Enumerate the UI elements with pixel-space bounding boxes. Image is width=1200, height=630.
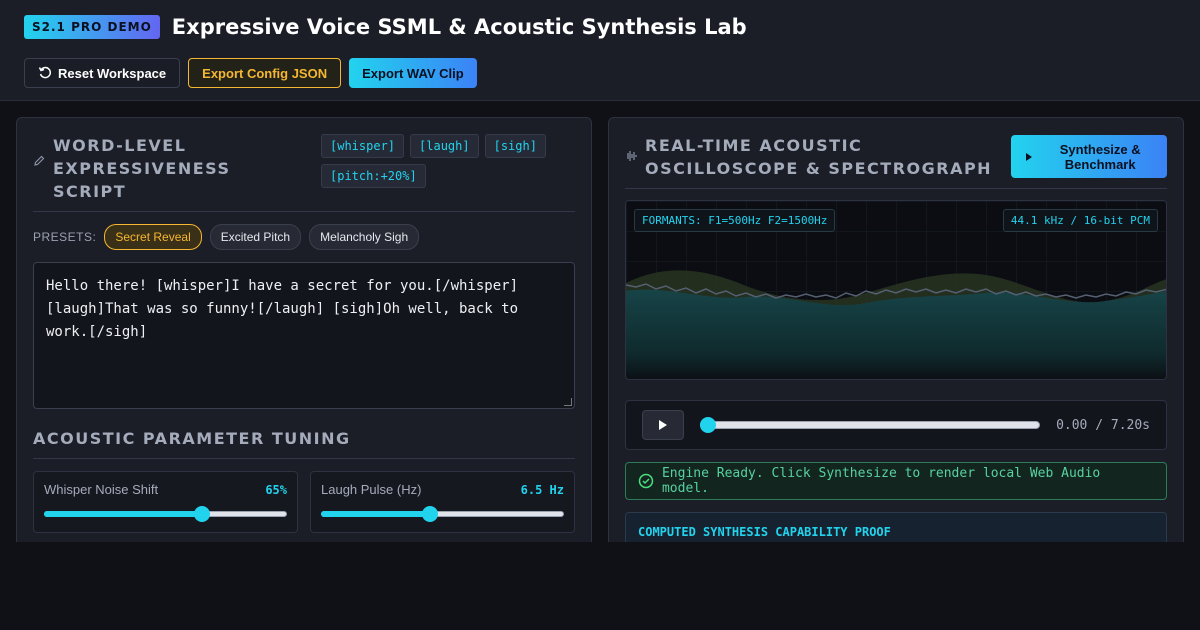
script-panel: WORD-LEVEL EXPRESSIVENESS SCRIPT [whispe…	[16, 117, 592, 557]
playback-thumb[interactable]	[700, 417, 716, 433]
presets-label: PRESETS:	[33, 230, 97, 244]
page-footer-space	[0, 542, 1200, 630]
playback-time: 0.00 / 7.20s	[1056, 417, 1150, 433]
presets-row: PRESETS: Secret Reveal Excited Pitch Mel…	[17, 212, 591, 250]
page-title: Expressive Voice SSML & Acoustic Synthes…	[171, 15, 747, 39]
app-header: S2.1 PRO DEMO Expressive Voice SSML & Ac…	[0, 0, 1200, 101]
play-button[interactable]	[642, 410, 684, 440]
export-wav-button[interactable]: Export WAV Clip	[349, 58, 477, 88]
engine-status: Engine Ready. Click Synthesize to render…	[625, 462, 1167, 500]
rotate-ccw-icon	[38, 66, 52, 79]
waveform-icon	[627, 151, 637, 161]
synthesize-label: Synthesize & Benchmark	[1059, 141, 1141, 172]
param-card-laugh-pulse: Laugh Pulse (Hz) 6.5 Hz	[310, 471, 575, 533]
synthesize-button[interactable]: Synthesize & Benchmark	[1011, 135, 1167, 178]
tag-sigh[interactable]: [sigh]	[484, 134, 546, 158]
slider-fill	[44, 511, 202, 517]
slider-thumb[interactable]	[422, 506, 439, 522]
status-text: Engine Ready. Click Synthesize to render…	[661, 466, 1101, 496]
param-value: 6.5 Hz	[520, 482, 564, 497]
export-config-json-button[interactable]: Export Config JSON	[188, 58, 342, 88]
playback-slider[interactable]	[700, 417, 1041, 433]
preset-secret-reveal[interactable]: Secret Reveal	[104, 224, 202, 250]
resize-handle-icon[interactable]	[564, 398, 572, 406]
script-section-title: WORD-LEVEL EXPRESSIVENESS SCRIPT	[53, 136, 231, 201]
play-icon	[1026, 152, 1033, 161]
play-icon	[659, 420, 667, 430]
script-textarea[interactable]: Hello there! [whisper]I have a secret fo…	[33, 262, 575, 409]
playback-track	[700, 421, 1041, 429]
version-badge: S2.1 PRO DEMO	[24, 15, 160, 39]
oscilloscope-panel: REAL-TIME ACOUSTIC OSCILLOSCOPE & SPECTR…	[608, 117, 1184, 557]
audio-player: 0.00 / 7.20s	[625, 400, 1167, 450]
oscilloscope-title: REAL-TIME ACOUSTIC OSCILLOSCOPE & SPECTR…	[645, 136, 993, 178]
reset-label: Reset Workspace	[58, 65, 167, 81]
tag-laugh[interactable]: [laugh]	[410, 134, 479, 158]
slider-fill	[321, 511, 431, 517]
tuning-section-title: ACOUSTIC PARAMETER TUNING	[33, 429, 575, 459]
param-card-whisper-noise: Whisper Noise Shift 65%	[33, 471, 298, 533]
slider-thumb[interactable]	[193, 506, 210, 522]
reset-workspace-button[interactable]: Reset Workspace	[24, 58, 181, 88]
laugh-pulse-slider[interactable]	[321, 505, 564, 522]
sample-rate-label: 44.1 kHz / 16-bit PCM	[1002, 209, 1158, 232]
oscilloscope-display: FORMANTS: F1=500Hz F2=1500Hz 44.1 kHz / …	[625, 200, 1167, 380]
check-circle-icon	[638, 473, 654, 489]
param-label: Whisper Noise Shift	[44, 482, 159, 497]
whisper-noise-slider[interactable]	[44, 505, 287, 522]
preset-excited-pitch[interactable]: Excited Pitch	[209, 224, 302, 250]
preset-melancholy-sigh[interactable]: Melancholy Sigh	[309, 224, 420, 250]
formants-label: FORMANTS: F1=500Hz F2=1500Hz	[634, 209, 836, 232]
tag-whisper[interactable]: [whisper]	[321, 134, 405, 158]
edit-icon	[34, 155, 45, 166]
script-text: Hello there! [whisper]I have a secret fo…	[46, 278, 519, 340]
tag-pitch[interactable]: [pitch:+20%]	[321, 164, 426, 188]
param-value: 65%	[265, 482, 287, 497]
tag-list: [whisper] [laugh] [sigh] [pitch:+20%]	[321, 134, 559, 188]
param-label: Laugh Pulse (Hz)	[321, 482, 422, 497]
proof-title: COMPUTED SYNTHESIS CAPABILITY PROOF	[638, 525, 891, 539]
